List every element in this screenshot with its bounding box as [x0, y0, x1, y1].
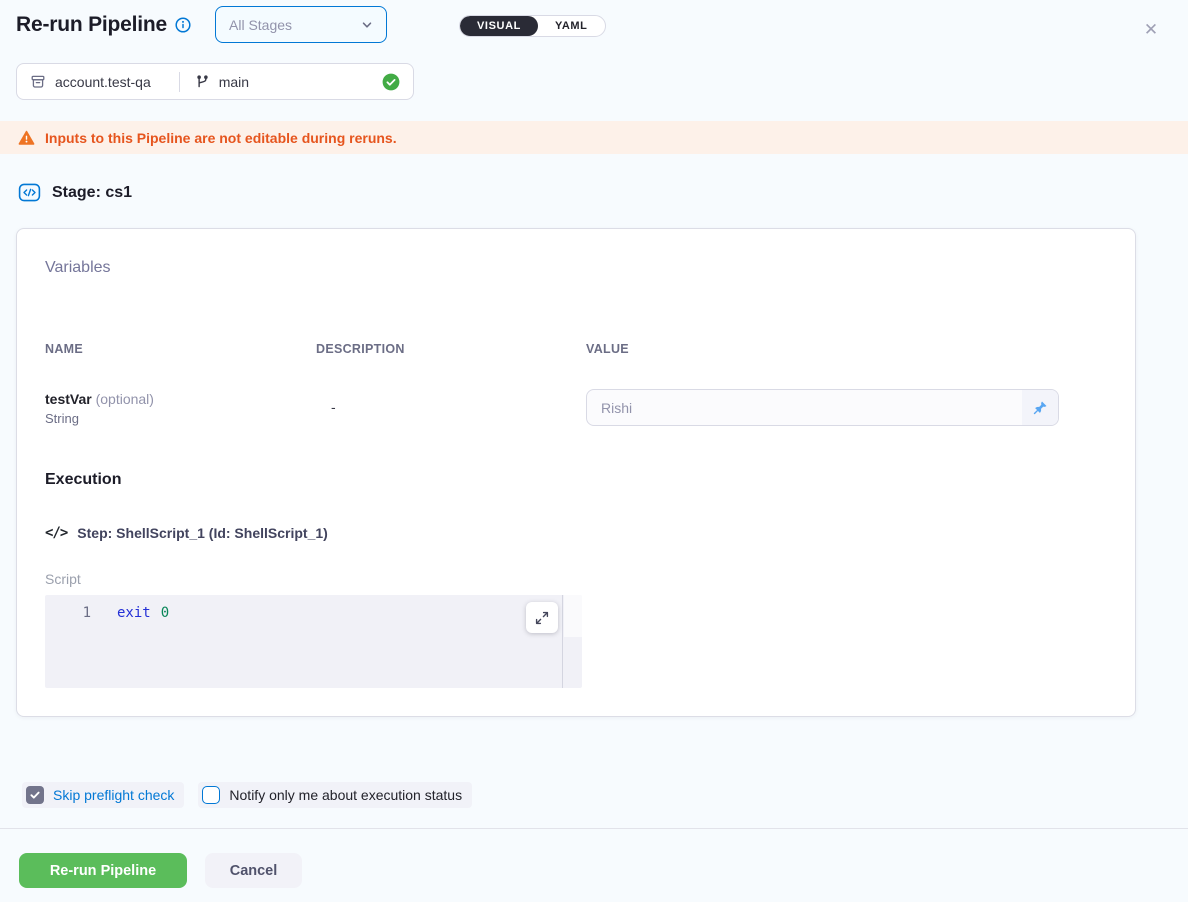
warning-message: Inputs to this Pipeline are not editable…: [45, 130, 397, 146]
footer-divider: [0, 828, 1188, 829]
visual-yaml-toggle: VISUAL YAML: [459, 15, 606, 37]
variable-optional-tag: (optional): [96, 391, 154, 407]
variable-name-cell: testVar (optional) String: [45, 389, 154, 429]
notify-me-label: Notify only me about execution status: [229, 787, 462, 803]
tab-yaml[interactable]: YAML: [538, 16, 605, 36]
variable-value-field: [586, 389, 1059, 426]
variable-description: -: [331, 399, 336, 415]
editor-scrollbar-gutter: [564, 595, 582, 637]
script-code-editor[interactable]: 1 exit 0: [45, 595, 582, 688]
code-step-icon: </>: [45, 525, 67, 541]
variables-heading: Variables: [45, 259, 111, 277]
tab-visual[interactable]: VISUAL: [460, 16, 538, 36]
repository-icon: [30, 74, 46, 90]
branch-segment[interactable]: main: [195, 74, 249, 90]
repo-name: account.test-qa: [55, 74, 151, 90]
code-argument: 0: [161, 605, 169, 621]
skip-preflight-checkbox[interactable]: [26, 786, 44, 804]
step-header: </> Step: ShellScript_1 (Id: ShellScript…: [45, 525, 328, 541]
variable-value-input[interactable]: [587, 390, 1022, 425]
run-options: Skip preflight check Notify only me abou…: [22, 782, 472, 808]
branch-name: main: [219, 74, 249, 90]
column-header-value: VALUE: [586, 342, 629, 356]
repo-branch-bar: account.test-qa main: [16, 63, 414, 100]
expand-editor-button[interactable]: [526, 602, 558, 633]
column-header-description: DESCRIPTION: [316, 342, 405, 356]
stage-filter-dropdown[interactable]: All Stages: [215, 6, 387, 43]
stage-icon: [18, 181, 41, 204]
info-icon[interactable]: [175, 17, 191, 33]
notify-me-option[interactable]: Notify only me about execution status: [198, 782, 472, 808]
repo-segment[interactable]: account.test-qa: [30, 74, 151, 90]
divider: [179, 72, 180, 92]
editor-scrollbar-line: [562, 595, 563, 688]
notify-me-checkbox[interactable]: [202, 786, 220, 804]
close-icon[interactable]: ✕: [1139, 18, 1163, 42]
line-number: 1: [45, 604, 91, 623]
script-field-label: Script: [45, 571, 81, 587]
success-check-icon: [382, 73, 400, 91]
code-keyword: exit: [117, 605, 151, 621]
column-header-name: NAME: [45, 342, 83, 356]
cancel-button[interactable]: Cancel: [205, 853, 302, 888]
code-line: 1 exit 0: [45, 595, 582, 623]
stage-filter-value: All Stages: [229, 17, 292, 33]
stage-form-card: Variables NAME DESCRIPTION VALUE testVar…: [16, 228, 1136, 717]
warning-triangle-icon: [18, 130, 35, 146]
chevron-down-icon: [361, 19, 373, 31]
skip-preflight-label: Skip preflight check: [53, 787, 174, 803]
step-label: Step: ShellScript_1 (Id: ShellScript_1): [77, 525, 328, 541]
execution-heading: Execution: [45, 471, 121, 489]
page-title: Re-run Pipeline: [16, 13, 167, 37]
stage-title: Stage: cs1: [52, 184, 132, 202]
skip-preflight-option[interactable]: Skip preflight check: [22, 782, 184, 808]
stage-header: Stage: cs1: [18, 181, 132, 204]
variable-type: String: [45, 409, 154, 429]
warning-banner: Inputs to this Pipeline are not editable…: [0, 121, 1188, 154]
pin-icon[interactable]: [1022, 390, 1058, 425]
dialog-header: Re-run Pipeline: [16, 13, 191, 37]
variable-name: testVar: [45, 391, 92, 407]
git-branch-icon: [195, 74, 210, 89]
rerun-pipeline-button[interactable]: Re-run Pipeline: [19, 853, 187, 888]
